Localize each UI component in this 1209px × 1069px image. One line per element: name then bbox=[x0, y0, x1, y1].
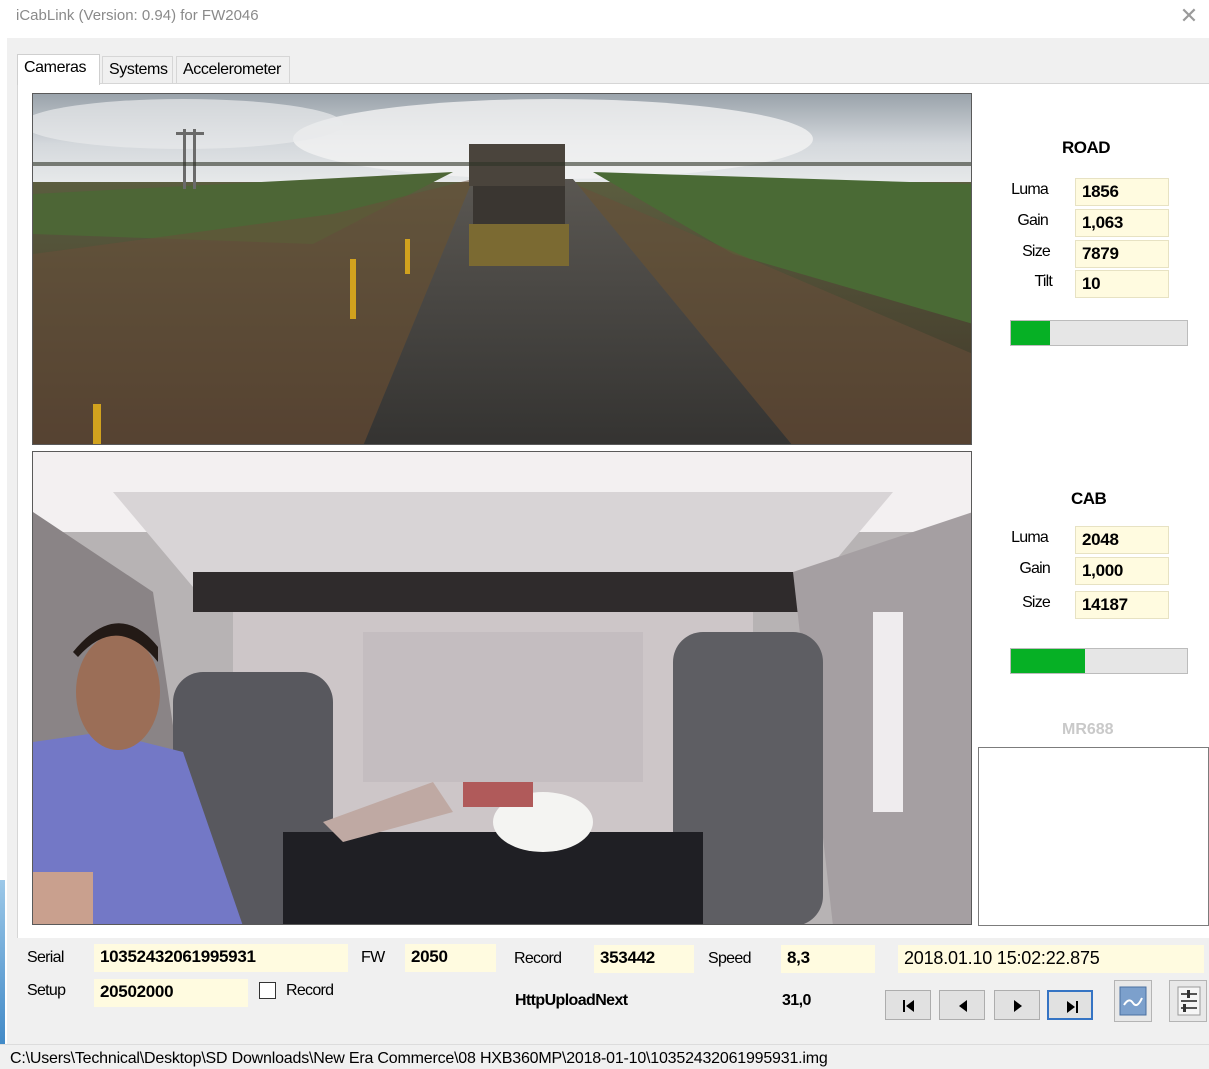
road-panel-title: ROAD bbox=[1062, 138, 1111, 157]
http-upload-label: HttpUploadNext bbox=[515, 992, 628, 1009]
fw-value: 2050 bbox=[405, 944, 496, 972]
tab-systems[interactable]: Systems bbox=[102, 56, 173, 84]
cab-luma-label: Luma bbox=[1011, 529, 1049, 546]
desktop-edge bbox=[0, 880, 5, 1050]
mr-label: MR688 bbox=[1062, 721, 1114, 738]
title-bar: iCabLink (Version: 0.94) for FW2046 ✕ bbox=[0, 0, 1209, 34]
cab-camera-view bbox=[32, 451, 972, 925]
road-tilt-label: Tilt bbox=[1034, 273, 1052, 290]
cab-level-bar bbox=[1010, 648, 1188, 674]
status-bar: C:\Users\Technical\Desktop\SD Downloads\… bbox=[0, 1044, 1209, 1069]
step-forward-icon bbox=[1014, 1000, 1022, 1012]
road-luma-value: 1856 bbox=[1075, 178, 1169, 206]
window-title: iCabLink (Version: 0.94) for FW2046 bbox=[16, 7, 259, 24]
cab-panel-title: CAB bbox=[1071, 489, 1107, 508]
cab-luma-value: 2048 bbox=[1075, 526, 1169, 554]
settings-sliders-icon bbox=[1177, 986, 1201, 1016]
road-level-fill bbox=[1011, 321, 1050, 345]
step-forward-button[interactable] bbox=[994, 990, 1040, 1020]
cab-gain-value: 1,000 bbox=[1075, 557, 1169, 585]
settings-button[interactable] bbox=[1169, 980, 1207, 1022]
skip-to-end-icon bbox=[1067, 1001, 1078, 1013]
cab-gain-label: Gain bbox=[1019, 560, 1050, 577]
record-checkbox[interactable] bbox=[259, 982, 276, 999]
tab-accelerometer[interactable]: Accelerometer bbox=[176, 56, 290, 84]
mr-display-box bbox=[978, 747, 1209, 926]
setup-label: Setup bbox=[27, 982, 66, 999]
image-export-icon bbox=[1119, 986, 1147, 1016]
road-luma-label: Luma bbox=[1011, 181, 1049, 198]
road-size-value: 7879 bbox=[1075, 240, 1169, 268]
serial-value: 10352432061995931 bbox=[94, 944, 348, 972]
speed-label: Speed bbox=[708, 950, 751, 967]
record-value: 353442 bbox=[594, 945, 694, 973]
serial-label: Serial bbox=[27, 949, 64, 966]
road-gain-label: Gain bbox=[1017, 212, 1048, 229]
cab-level-fill bbox=[1011, 649, 1085, 673]
record-checkbox-label[interactable]: Record bbox=[286, 982, 334, 1000]
step-back-icon bbox=[959, 1000, 967, 1012]
file-path-text: C:\Users\Technical\Desktop\SD Downloads\… bbox=[10, 1050, 828, 1067]
fw-label: FW bbox=[361, 949, 385, 966]
tab-cameras[interactable]: Cameras bbox=[17, 54, 100, 85]
close-icon[interactable]: ✕ bbox=[1175, 2, 1203, 30]
road-level-bar bbox=[1010, 320, 1188, 346]
record-label: Record bbox=[514, 950, 562, 967]
setup-value: 20502000 bbox=[94, 979, 248, 1007]
image-export-button[interactable] bbox=[1114, 980, 1152, 1022]
road-tilt-value: 10 bbox=[1075, 270, 1169, 298]
cab-size-label: Size bbox=[1022, 594, 1051, 611]
datetime-value: 2018.01.10 15:02:22.875 bbox=[898, 945, 1204, 973]
skip-to-start-button[interactable] bbox=[885, 990, 931, 1020]
skip-to-start-icon bbox=[903, 1000, 914, 1012]
step-back-button[interactable] bbox=[939, 990, 985, 1020]
cab-size-value: 14187 bbox=[1075, 591, 1169, 619]
road-size-label: Size bbox=[1022, 243, 1051, 260]
speed-value: 8,3 bbox=[781, 945, 875, 973]
skip-to-end-button[interactable] bbox=[1047, 990, 1093, 1020]
road-camera-view bbox=[32, 93, 972, 445]
http-upload-value: 31,0 bbox=[782, 992, 811, 1009]
road-gain-value: 1,063 bbox=[1075, 209, 1169, 237]
